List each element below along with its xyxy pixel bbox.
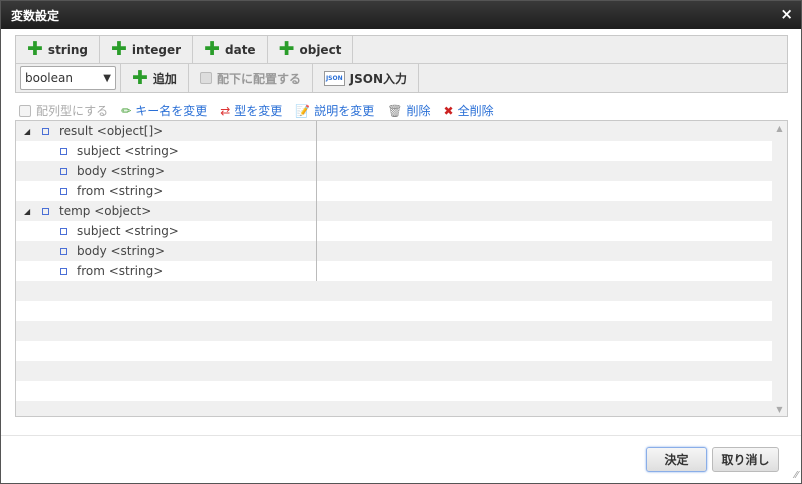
title-bar[interactable]: 変数設定 × — [1, 1, 801, 29]
link-label: 説明を変更 — [314, 104, 375, 118]
link-label: 削除 — [406, 104, 431, 118]
change-description-link[interactable]: 📝 説明を変更 — [295, 102, 374, 119]
plus-icon: ✚ — [110, 38, 127, 60]
checkbox-label: 配列型にする — [36, 104, 109, 118]
chevron-down-icon: ▼ — [103, 72, 111, 84]
footer-divider — [1, 435, 801, 436]
checkbox-icon — [199, 72, 212, 84]
delete-link[interactable]: 🗑 削除 — [387, 102, 430, 119]
variable-tree: ◢ result <object[]> subject <string> body <… — [15, 120, 788, 417]
tree-row — [16, 381, 773, 401]
button-label: object — [299, 42, 342, 57]
node-icon — [42, 207, 49, 215]
pencil-icon: ✏ — [121, 103, 132, 118]
collapse-icon[interactable]: ◢ — [24, 207, 34, 216]
plus-icon: ✚ — [204, 38, 220, 60]
tree-row — [16, 341, 773, 361]
tree-row[interactable]: subject <string> — [16, 221, 773, 241]
x-icon: ✖ — [443, 103, 454, 118]
button-label: 追加 — [152, 71, 177, 86]
node-label: subject <string> — [77, 224, 179, 238]
scrollbar[interactable]: ▲ ▼ — [772, 121, 787, 416]
link-label: 型を変更 — [234, 104, 283, 118]
button-label: integer — [131, 42, 182, 57]
node-icon — [60, 167, 67, 175]
tree-row[interactable]: ◢ result <object[]> — [16, 121, 773, 141]
add-date-button[interactable]: ✚ date — [193, 36, 268, 63]
node-icon — [60, 147, 67, 155]
edit-document-icon: 📝 — [295, 103, 311, 118]
node-label: from <string> — [77, 184, 164, 198]
tree-row — [16, 361, 773, 381]
node-label: body <string> — [77, 164, 166, 178]
type-select[interactable]: boolean ▼ — [20, 66, 116, 90]
add-row: boolean ▼ ✚ 追加 配下に配置する JSON JSON入力 — [16, 64, 787, 92]
node-icon — [60, 187, 67, 195]
tree-row — [16, 281, 773, 301]
tree-row — [16, 401, 773, 416]
action-links: 配列型にする ✏ キー名を変更 ⇄ 型を変更 📝 説明を変更 🗑 削除 ✖ 全削除 — [19, 102, 494, 119]
trash-icon: 🗑 — [387, 103, 403, 118]
button-label: string — [47, 42, 88, 57]
place-under-checkbox[interactable]: 配下に配置する — [189, 64, 313, 92]
variable-settings-dialog: 変数設定 × ✚ string ✚ integer ✚ date ✚ object boo… — [0, 0, 802, 484]
node-label: subject <string> — [77, 144, 179, 158]
node-icon — [60, 247, 67, 255]
type-buttons-row: ✚ string ✚ integer ✚ date ✚ object — [16, 36, 787, 64]
toolbar: ✚ string ✚ integer ✚ date ✚ object boolean ▼ … — [15, 35, 788, 93]
change-type-link[interactable]: ⇄ 型を変更 — [220, 102, 282, 119]
checkbox-icon — [19, 104, 31, 117]
close-icon[interactable]: × — [780, 5, 793, 23]
node-label: temp <object> — [59, 204, 152, 218]
tree-row[interactable]: from <string> — [16, 261, 773, 281]
column-divider[interactable] — [316, 121, 317, 281]
type-select-value: boolean — [25, 71, 73, 85]
node-icon — [42, 127, 49, 135]
node-label: from <string> — [77, 264, 164, 278]
link-label: 全削除 — [457, 104, 494, 118]
tree-row[interactable]: body <string> — [16, 161, 773, 181]
plus-icon: ✚ — [132, 66, 148, 89]
json-file-icon: JSON — [323, 70, 345, 86]
node-icon — [60, 267, 67, 275]
json-input-button[interactable]: JSON JSON入力 — [313, 64, 419, 92]
collapse-icon[interactable]: ◢ — [24, 127, 34, 136]
dialog-title: 変数設定 — [11, 9, 60, 23]
button-label: date — [225, 42, 256, 57]
tree-row[interactable]: body <string> — [16, 241, 773, 261]
resize-grip-icon[interactable]: ⁄⁄ — [795, 470, 798, 481]
rename-key-link[interactable]: ✏ キー名を変更 — [121, 102, 207, 119]
add-button[interactable]: ✚ 追加 — [120, 64, 189, 92]
tree-row[interactable]: subject <string> — [16, 141, 773, 161]
add-string-button[interactable]: ✚ string — [16, 36, 100, 63]
scroll-up-icon[interactable]: ▲ — [772, 124, 787, 133]
delete-all-link[interactable]: ✖ 全削除 — [444, 102, 494, 119]
node-icon — [60, 227, 67, 235]
cancel-button[interactable]: 取り消し — [712, 447, 779, 472]
swap-icon: ⇄ — [220, 103, 231, 118]
link-label: キー名を変更 — [135, 104, 208, 118]
ok-button[interactable]: 決定 — [646, 447, 707, 472]
tree-row — [16, 321, 773, 341]
plus-icon: ✚ — [278, 38, 295, 60]
tree-row — [16, 301, 773, 321]
node-label: body <string> — [77, 244, 166, 258]
array-checkbox[interactable]: 配列型にする — [19, 102, 108, 119]
checkbox-label: 配下に配置する — [216, 71, 301, 86]
add-object-button[interactable]: ✚ object — [268, 36, 354, 63]
plus-icon: ✚ — [27, 38, 43, 60]
tree-row[interactable]: from <string> — [16, 181, 773, 201]
scroll-down-icon[interactable]: ▼ — [772, 405, 787, 414]
add-integer-button[interactable]: ✚ integer — [100, 36, 194, 63]
node-label: result <object[]> — [59, 124, 164, 138]
tree-row[interactable]: ◢ temp <object> — [16, 201, 773, 221]
button-label: JSON入力 — [349, 71, 407, 86]
